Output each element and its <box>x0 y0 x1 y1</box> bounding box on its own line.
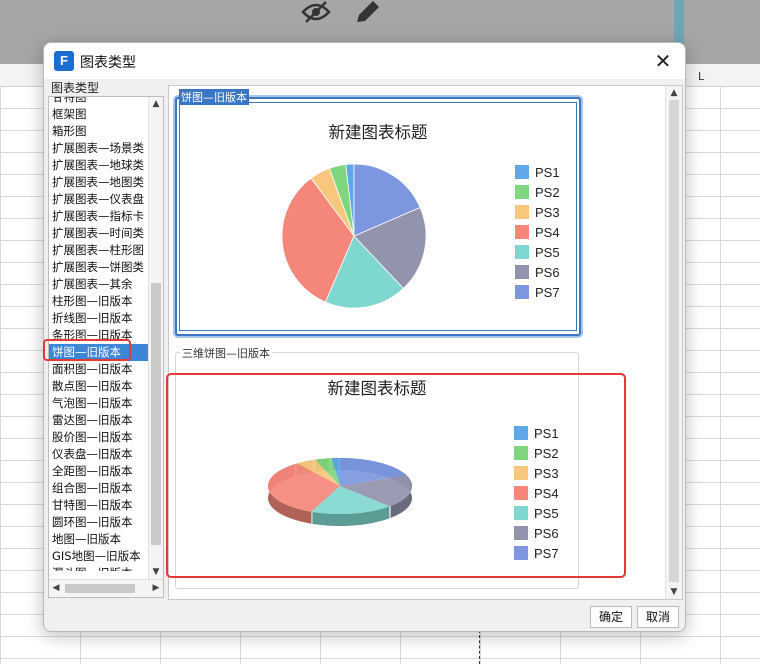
legend-item: PS1 <box>515 162 560 182</box>
legend-label: PS5 <box>535 244 560 260</box>
list-item[interactable]: 圆环图—旧版本 <box>49 514 149 531</box>
preview-scroll-thumb[interactable] <box>669 100 679 582</box>
legend-swatch <box>515 285 529 299</box>
legend-item: PS6 <box>515 262 560 282</box>
legend-label: PS7 <box>535 284 560 300</box>
legend-label: PS3 <box>535 204 560 220</box>
list-item[interactable]: 箱形图 <box>49 123 149 140</box>
ok-button[interactable]: 确定 <box>590 606 632 628</box>
list-horizontal-scrollbar[interactable]: ◀ ▶ <box>49 579 163 597</box>
legend-label: PS2 <box>535 184 560 200</box>
dialog-titlebar: F 图表类型 ✕ <box>44 43 685 79</box>
selected-item-highlight <box>43 339 131 361</box>
card-label: 三维饼图—旧版本 <box>180 345 272 361</box>
list-item[interactable]: 扩展图表—地图类 <box>49 174 149 191</box>
pie-chart <box>281 163 427 309</box>
chart-title: 新建图表标题 <box>328 123 428 142</box>
scroll-up-arrow-icon[interactable]: ▲ <box>667 86 681 100</box>
card-label: 饼图—旧版本 <box>179 89 249 105</box>
list-item[interactable]: 扩展图表—时间类 <box>49 225 149 242</box>
list-item[interactable]: 全距图—旧版本 <box>49 463 149 480</box>
app-logo-icon: F <box>54 51 74 71</box>
list-item[interactable]: 扩展图表—仪表盘 <box>49 191 149 208</box>
chart-legend: PS1 PS2 PS3 PS4 PS5 PS6 PS7 <box>515 162 560 302</box>
close-button[interactable]: ✕ <box>651 49 675 73</box>
legend-item: PS4 <box>515 222 560 242</box>
legend-swatch <box>515 205 529 219</box>
pie-chart-card[interactable]: 饼图—旧版本 新建图表标题 PS1 PS2 PS3 PS4 PS5 PS6 PS7 <box>175 89 581 336</box>
legend-label: PS1 <box>535 164 560 180</box>
legend-swatch <box>515 165 529 179</box>
scroll-down-arrow-icon[interactable]: ▼ <box>149 565 163 579</box>
column-label: L <box>698 70 705 83</box>
legend-label: PS6 <box>535 264 560 280</box>
legend-item: PS5 <box>515 242 560 262</box>
legend-swatch <box>515 185 529 199</box>
list-item[interactable]: 扩展图表—柱形图 <box>49 242 149 259</box>
cancel-button[interactable]: 取消 <box>637 606 679 628</box>
chart-types-label: 图表类型 <box>51 79 102 96</box>
legend-swatch <box>515 245 529 259</box>
legend-item: PS2 <box>515 182 560 202</box>
page-break-line <box>479 630 480 664</box>
list-item[interactable]: 雷达图—旧版本 <box>49 412 149 429</box>
scroll-right-arrow-icon[interactable]: ▶ <box>149 581 163 595</box>
legend-item: PS3 <box>515 202 560 222</box>
list-item[interactable]: 甘特图 <box>49 97 149 106</box>
dialog-title: 图表类型 <box>80 55 136 71</box>
list-item[interactable]: 气泡图—旧版本 <box>49 395 149 412</box>
list-item[interactable]: 甘特图—旧版本 <box>49 497 149 514</box>
list-item[interactable]: 仪表盘—旧版本 <box>49 446 149 463</box>
preview-vertical-scrollbar[interactable]: ▲ ▼ <box>665 86 682 599</box>
list-item[interactable]: 扩展图表—场景类 <box>49 140 149 157</box>
list-item[interactable]: 地图—旧版本 <box>49 531 149 548</box>
list-item[interactable]: 柱形图—旧版本 <box>49 293 149 310</box>
list-item[interactable]: GIS地图—旧版本 <box>49 548 149 565</box>
legend-item: PS7 <box>515 282 560 302</box>
list-scroll-thumb[interactable] <box>151 283 161 545</box>
list-item[interactable]: 面积图—旧版本 <box>49 361 149 378</box>
pencil-icon[interactable] <box>348 0 384 26</box>
list-item[interactable]: 漏斗图—旧版本 <box>49 565 149 571</box>
legend-label: PS4 <box>535 224 560 240</box>
list-item[interactable]: 折线图—旧版本 <box>49 310 149 327</box>
list-item[interactable]: 框架图 <box>49 106 149 123</box>
list-item[interactable]: 扩展图表—饼图类 <box>49 259 149 276</box>
list-item[interactable]: 扩展图表—指标卡 <box>49 208 149 225</box>
list-item[interactable]: 扩展图表—地球类 <box>49 157 149 174</box>
legend-swatch <box>515 265 529 279</box>
scroll-up-arrow-icon[interactable]: ▲ <box>149 97 163 111</box>
legend-swatch <box>515 225 529 239</box>
list-item[interactable]: 散点图—旧版本 <box>49 378 149 395</box>
scroll-down-arrow-icon[interactable]: ▼ <box>667 585 681 599</box>
list-item[interactable]: 股价图—旧版本 <box>49 429 149 446</box>
scroll-left-arrow-icon[interactable]: ◀ <box>49 581 63 595</box>
preview-highlight-box <box>166 373 626 578</box>
list-hscroll-thumb[interactable] <box>65 584 135 593</box>
eye-slash-icon[interactable] <box>298 0 334 26</box>
list-vertical-scrollbar[interactable]: ▲ ▼ <box>148 97 163 579</box>
list-item[interactable]: 扩展图表—其余 <box>49 276 149 293</box>
list-item[interactable]: 组合图—旧版本 <box>49 480 149 497</box>
